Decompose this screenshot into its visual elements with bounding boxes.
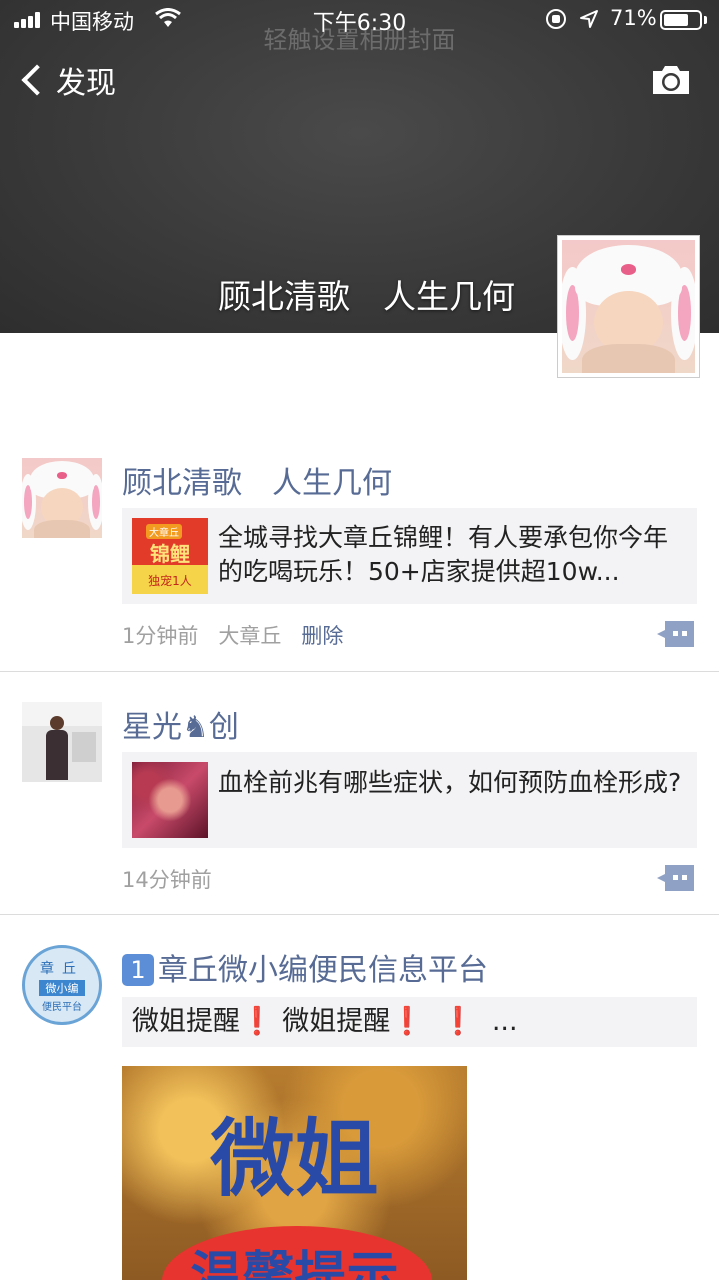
post-1-link-card[interactable]: 大章丘 锦鲤 独宠1人 全城寻找大章丘锦鲤！有人要承包你今年的吃喝玩乐！50+店…: [122, 508, 697, 604]
baby-photo: [562, 240, 695, 373]
battery-percent: 71%: [610, 6, 657, 30]
orientation-lock-icon: [546, 9, 566, 29]
avatar-text-top: 章丘: [40, 961, 84, 977]
post-3-text-part1: 微姐提醒: [132, 1006, 240, 1037]
camera-icon[interactable]: [650, 63, 692, 97]
comment-icon[interactable]: [657, 865, 694, 891]
chevron-left-icon: [21, 64, 53, 96]
back-button[interactable]: 发现: [18, 60, 116, 101]
status-bar: 中国移动 下午6:30 71%: [0, 0, 719, 40]
avatar-text-bottom: 便民平台: [42, 1002, 82, 1013]
post-2-card-text: 血栓前兆有哪些症状，如何预防血栓形成?: [218, 768, 682, 797]
thumb-caption-top: 大章丘: [146, 524, 182, 539]
keycap-one-emoji: 1: [122, 954, 154, 986]
post-2-author[interactable]: 星光♞创: [122, 702, 239, 746]
post-2-meta: 14分钟前: [122, 864, 212, 894]
post-2-avatar[interactable]: [22, 702, 102, 782]
post-3-text[interactable]: 微姐提醒❗ 微姐提醒❗ ❗ ...: [122, 997, 697, 1047]
blood-clot-thumbnail: [132, 762, 208, 838]
delete-button[interactable]: 删除: [301, 624, 343, 648]
battery-fill: [664, 14, 688, 26]
comment-icon[interactable]: [657, 621, 694, 647]
exclamation-icon: ❗: [390, 1006, 424, 1037]
avatar-text-mid: 微小编: [39, 980, 85, 996]
exclamation-icon: ❗: [240, 1006, 274, 1037]
battery-icon: [660, 10, 702, 30]
post-3-avatar[interactable]: 章丘 微小编 便民平台: [22, 945, 102, 1025]
post-3-author-name: 章丘微小编便民信息平台: [158, 953, 488, 988]
baby-photo: [22, 458, 102, 538]
post-1-card-text: 全城寻找大章丘锦鲤！有人要承包你今年的吃喝玩乐！50+店家提供超10w...: [218, 523, 669, 586]
koi-thumbnail: 大章丘 锦鲤 独宠1人: [132, 518, 208, 594]
thumb-caption-bottom: 独宠1人: [148, 574, 192, 588]
post-3-text-part2: 微姐提醒: [282, 1006, 391, 1037]
post-3-text-ellipsis: ...: [491, 1006, 518, 1037]
location-arrow-icon: [580, 10, 598, 28]
thumb-caption-mid: 锦鲤: [150, 542, 190, 566]
post-1-avatar[interactable]: [22, 458, 102, 538]
image-subtitle: 温馨提示: [190, 1247, 399, 1280]
back-label: 发现: [56, 66, 116, 101]
post-divider: [0, 914, 719, 915]
battery-tip: [704, 16, 707, 24]
post-divider: [0, 671, 719, 672]
cover-user-name: 顾北清歌 人生几何: [218, 277, 515, 316]
post-3-author[interactable]: 1 章丘微小编便民信息平台: [122, 945, 488, 989]
profile-avatar[interactable]: [557, 235, 700, 378]
post-1-time: 1分钟前: [122, 624, 199, 648]
post-1-meta: 1分钟前 大章丘 删除: [122, 620, 343, 650]
post-2-time: 14分钟前: [122, 868, 212, 892]
exclamation-icon: ❗: [441, 1006, 475, 1037]
post-1-location[interactable]: 大章丘: [218, 624, 281, 648]
post-1-author[interactable]: 顾北清歌 人生几何: [122, 458, 392, 502]
post-3-image[interactable]: 微姐 温馨提示: [122, 1066, 467, 1280]
post-2-link-card[interactable]: 血栓前兆有哪些症状，如何预防血栓形成?: [122, 752, 697, 848]
image-title: 微姐: [210, 1110, 379, 1208]
